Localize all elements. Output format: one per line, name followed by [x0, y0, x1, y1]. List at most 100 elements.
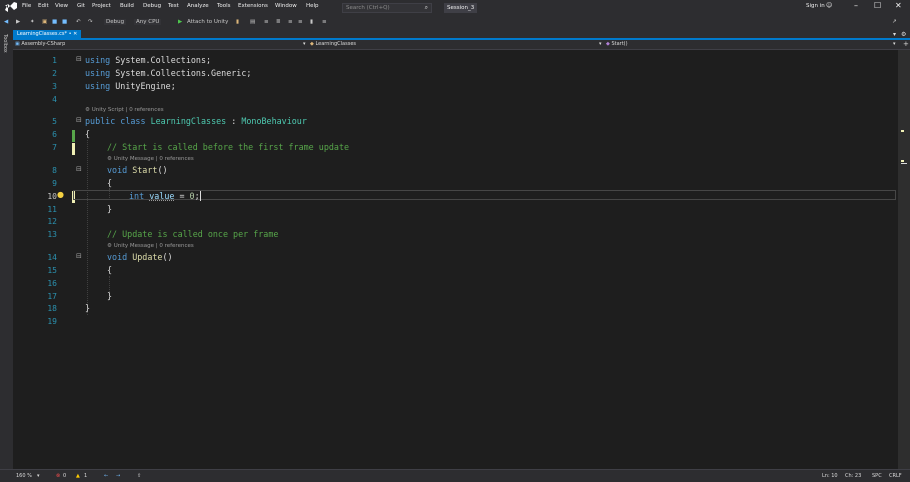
brace: {	[107, 178, 113, 188]
codelens-unity-message[interactable]: ⚙ Unity Message | 0 references	[107, 156, 194, 162]
method-icon: ◆	[606, 41, 610, 47]
member-dropdown[interactable]: ◆ Start()	[606, 41, 628, 47]
code-line: {	[107, 178, 112, 188]
fold-collapse-icon[interactable]: ⊟	[76, 55, 82, 63]
format-icon[interactable]: ≣	[276, 19, 281, 25]
menu-test[interactable]: Test	[168, 3, 179, 9]
tab-close-icon[interactable]: ✕	[73, 31, 77, 37]
left-tool-strip: Toolbox	[0, 30, 13, 470]
line-number: 2	[52, 69, 57, 78]
search-placeholder: Search (Ctrl+Q)	[346, 5, 390, 11]
unity-icon: ⚙	[85, 107, 90, 113]
fold-collapse-icon[interactable]: ⊟	[76, 165, 82, 173]
navigate-back-icon[interactable]: ←	[104, 473, 108, 479]
minimize-icon[interactable]: –	[854, 1, 858, 10]
code-line: using System.Collections;	[85, 55, 211, 65]
indent-mode[interactable]: SPC	[872, 473, 882, 479]
undo-icon[interactable]: ↶	[76, 19, 81, 25]
visual-studio-logo-icon[interactable]	[4, 2, 18, 14]
code-editor[interactable]: 1 2 3 4 5 6 7 8 9 10 11 12 13 14 15 16 1…	[13, 50, 898, 469]
sign-in-link[interactable]: Sign in	[806, 3, 825, 9]
vertical-scrollbar[interactable]	[898, 50, 910, 469]
codelens-unity-message[interactable]: ⚙ Unity Message | 0 references	[107, 243, 194, 249]
toolbar: ◀ ▶ ✦ ▣ ■ ■ ↶ ↷ Debug Any CPU ▶ Attach t…	[0, 16, 910, 30]
save-icon[interactable]: ■	[52, 19, 57, 25]
play-icon[interactable]: ▶	[178, 19, 182, 25]
line-number: 13	[47, 230, 57, 239]
navigation-bar: ▣ Assembly-CSharp ▾ ◆ LearningClasses ▾ …	[13, 40, 910, 50]
new-project-icon[interactable]: ✦	[30, 19, 35, 25]
maximize-icon[interactable]: ☐	[874, 1, 881, 10]
save-all-icon[interactable]: ■	[62, 19, 67, 25]
line-number: 11	[47, 205, 57, 214]
menu-file[interactable]: File	[22, 3, 31, 9]
keyword: void	[107, 252, 128, 262]
line-ending-mode[interactable]: CRLF	[889, 473, 902, 479]
uncomment-icon[interactable]: ≡	[298, 19, 303, 25]
change-bar-unsaved	[72, 143, 75, 155]
fold-collapse-icon[interactable]: ⊟	[76, 252, 82, 260]
zoom-dropdown[interactable]: 160 %	[16, 473, 32, 479]
close-icon[interactable]: ✕	[895, 1, 902, 10]
navigate-forward-icon[interactable]: →	[116, 473, 120, 479]
menu-tools[interactable]: Tools	[217, 3, 231, 9]
scrollbar-change-marker	[901, 130, 904, 132]
tab-overflow-icon[interactable]: ▾	[893, 31, 896, 38]
code-line: int value = 0;	[129, 191, 201, 201]
scrollbar-change-marker	[901, 160, 904, 162]
platform-dropdown[interactable]: Any CPU	[134, 19, 162, 25]
member-dropdown-arrow-icon[interactable]: ▾	[893, 41, 896, 47]
menu-project[interactable]: Project	[92, 3, 111, 9]
menu-analyze[interactable]: Analyze	[187, 3, 209, 9]
class-dropdown[interactable]: ◆ LearningClasses	[310, 41, 356, 47]
codelens-text: Unity Message | 0 references	[113, 156, 194, 162]
forward-icon[interactable]: ▶	[16, 19, 20, 25]
live-share-icon[interactable]: ↗	[892, 19, 897, 25]
search-input[interactable]: Search (Ctrl+Q) ⌕	[342, 3, 432, 13]
layout-icon[interactable]: ▤	[250, 19, 255, 25]
code-line: // Update is called once per frame	[107, 229, 278, 239]
unity-icon: ⚙	[107, 243, 112, 249]
code-text: ()	[157, 165, 168, 175]
lightbulb-icon[interactable]: ●	[57, 190, 64, 199]
menu-window[interactable]: Window	[275, 3, 297, 9]
tab-learningclasses[interactable]: LearningClasses.cs* • ✕	[13, 30, 82, 38]
bookmark-icon[interactable]: ▮	[236, 19, 239, 25]
codelens-unity-script[interactable]: ⚙ Unity Script | 0 references	[85, 107, 164, 113]
solution-name-badge[interactable]: Session_3	[444, 3, 478, 13]
menu-debug[interactable]: Debug	[143, 3, 161, 9]
class-dropdown-arrow-icon[interactable]: ▾	[599, 41, 602, 47]
bookmark-toggle-icon[interactable]: ▮	[310, 19, 313, 25]
indent-icon[interactable]: ≡	[264, 19, 269, 25]
project-dropdown-label: Assembly-CSharp	[21, 41, 66, 47]
redo-icon[interactable]: ↷	[88, 19, 93, 25]
project-dropdown-arrow-icon[interactable]: ▾	[303, 41, 306, 47]
open-folder-icon[interactable]: ▣	[42, 19, 47, 25]
menu-edit[interactable]: Edit	[38, 3, 49, 9]
split-editor-icon[interactable]: +	[903, 40, 909, 48]
configuration-dropdown[interactable]: Debug	[104, 19, 127, 25]
comment-icon[interactable]: ≡	[288, 19, 293, 25]
menu-help[interactable]: Help	[306, 3, 319, 9]
bookmark-prev-icon[interactable]: ≡	[322, 19, 327, 25]
back-icon[interactable]: ◀	[4, 19, 8, 25]
quick-actions-icon[interactable]: ⇧	[137, 473, 141, 479]
column-indicator[interactable]: Ch: 23	[845, 473, 861, 479]
zoom-dropdown-arrow-icon[interactable]: ▾	[37, 473, 40, 479]
menu-view[interactable]: View	[55, 3, 68, 9]
fold-collapse-icon[interactable]: ⊟	[76, 116, 82, 124]
warning-count[interactable]: 1	[84, 473, 87, 479]
menu-build[interactable]: Build	[120, 3, 134, 9]
pin-icon[interactable]: •	[69, 31, 72, 37]
account-icon[interactable]: ☺	[826, 2, 832, 9]
error-count[interactable]: 0	[63, 473, 66, 479]
attach-to-unity-button[interactable]: Attach to Unity	[187, 19, 228, 25]
line-number: 8	[52, 166, 57, 175]
code-line: {	[85, 129, 90, 139]
menu-git[interactable]: Git	[77, 3, 85, 9]
project-dropdown[interactable]: ▣ Assembly-CSharp	[15, 41, 65, 47]
menu-extensions[interactable]: Extensions	[238, 3, 268, 9]
line-indicator[interactable]: Ln: 10	[822, 473, 838, 479]
toolbox-tab[interactable]: Toolbox	[2, 34, 8, 53]
settings-icon[interactable]: ⚙	[901, 31, 906, 38]
